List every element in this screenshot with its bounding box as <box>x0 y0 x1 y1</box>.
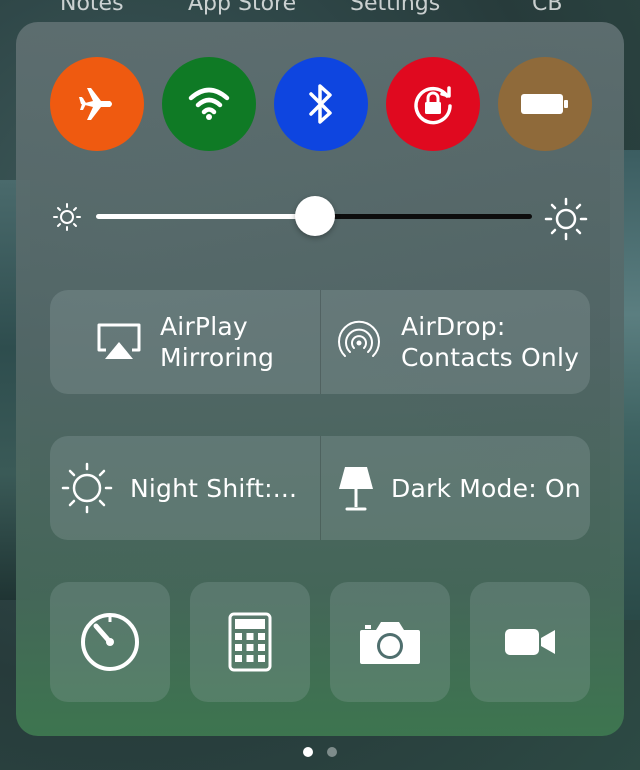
calculator-button[interactable] <box>190 582 310 702</box>
wifi-toggle[interactable] <box>162 57 256 151</box>
brightness-track-filled <box>96 214 314 219</box>
airdrop-label: AirDrop: Contacts Only <box>401 311 579 373</box>
airplay-icon <box>97 323 141 359</box>
timer-icon <box>81 613 139 671</box>
battery-toggle[interactable] <box>498 57 592 151</box>
airdrop-label-line1: AirDrop: <box>401 312 506 341</box>
sun-small-icon <box>53 203 81 231</box>
rotation-lock-icon <box>414 86 452 125</box>
bluetooth-toggle[interactable] <box>274 57 368 151</box>
night-shift-button[interactable]: Night Shift:... <box>50 436 320 540</box>
airdrop-icon <box>338 320 380 357</box>
home-label-app-store: App Store <box>188 0 297 16</box>
video-camera-icon <box>505 629 555 655</box>
calculator-icon <box>228 612 272 672</box>
page-dot-current <box>303 747 313 757</box>
airplane-icon <box>79 88 112 120</box>
control-center-panel: AirPlay Mirroring AirDrop: Contacts Only <box>16 22 624 736</box>
battery-icon <box>521 94 568 114</box>
airdrop-label-line2: Contacts Only <box>401 343 580 372</box>
airplay-label-line2: Mirroring <box>160 343 275 372</box>
home-label-settings: Settings <box>350 0 441 16</box>
airplay-label: AirPlay Mirroring <box>160 311 274 373</box>
page-indicator[interactable] <box>0 747 640 757</box>
camera-icon <box>360 622 420 664</box>
rotation-lock-toggle[interactable] <box>386 57 480 151</box>
airplane-mode-toggle[interactable] <box>50 57 144 151</box>
timer-button[interactable] <box>50 582 170 702</box>
night-shift-dark-mode-row: Night Shift:... Dark Mode: On <box>50 436 590 540</box>
night-shift-icon <box>61 462 113 514</box>
sun-large-icon <box>544 197 588 241</box>
video-camera-button[interactable] <box>470 582 590 702</box>
home-screen-labels: Notes App Store Settings CB <box>0 0 640 21</box>
airplay-mirroring-button[interactable]: AirPlay Mirroring <box>50 290 320 394</box>
home-label-notes: Notes <box>60 0 124 16</box>
brightness-track-empty <box>314 214 532 219</box>
airdrop-button[interactable]: AirDrop: Contacts Only <box>321 290 590 394</box>
airplay-label-line1: AirPlay <box>160 312 248 341</box>
brightness-slider-thumb[interactable] <box>295 196 335 236</box>
lamp-icon <box>339 467 373 511</box>
home-label-cb: CB <box>532 0 563 16</box>
bluetooth-icon <box>309 84 332 124</box>
airplay-airdrop-row: AirPlay Mirroring AirDrop: Contacts Only <box>50 290 590 394</box>
page-dot <box>327 747 337 757</box>
wifi-icon <box>188 87 230 120</box>
night-shift-label: Night Shift:... <box>130 473 298 503</box>
camera-button[interactable] <box>330 582 450 702</box>
dark-mode-button[interactable]: Dark Mode: On <box>321 436 590 540</box>
dark-mode-label: Dark Mode: On <box>391 473 581 503</box>
